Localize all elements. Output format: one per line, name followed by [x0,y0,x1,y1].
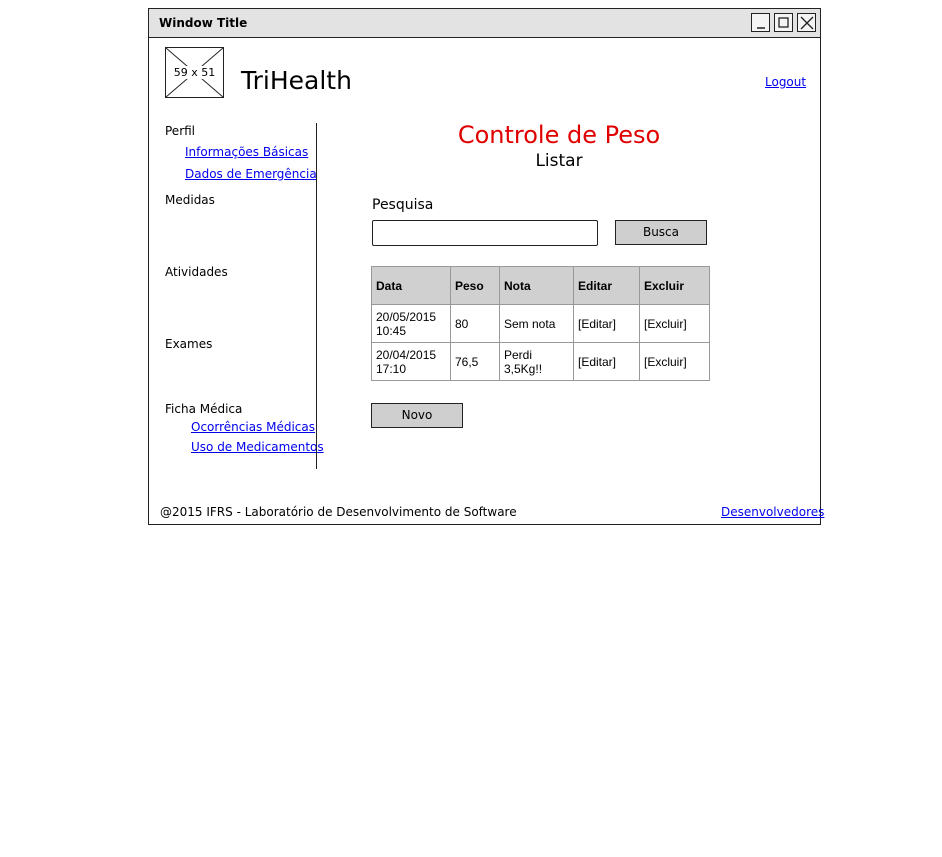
table-header-row: Data Peso Nota Editar Excluir [371,266,710,305]
sidebar-section-medidas: Medidas [165,193,215,207]
sidebar-link-informacoes-basicas[interactable]: Informações Básicas [185,145,308,159]
page-title: Controle de Peso [457,121,661,149]
table-row: 20/05/2015 10:45 80 Sem nota [Editar] [E… [371,304,710,343]
cell-peso: 76,5 [450,342,500,381]
logout-link[interactable]: Logout [765,75,806,89]
sidebar-divider [316,123,317,469]
sidebar-section-ficha-medica: Ficha Médica [165,402,243,416]
close-button[interactable] [797,13,816,32]
column-header-excluir[interactable]: Excluir [639,266,710,305]
cell-nota-text-2: 3,5Kg!! [504,361,543,376]
sidebar-link-uso-medicamentos[interactable]: Uso de Medicamentos [191,440,324,454]
app-name: TriHealth [241,66,352,95]
footer-copyright: @2015 IFRS - Laboratório de Desenvolvime… [160,505,517,519]
window-titlebar[interactable]: Window Title [149,9,820,38]
minimize-icon [757,27,765,29]
logo-dimensions-label: 59 x 51 [172,66,217,79]
delete-row-link[interactable]: [Excluir] [639,342,710,381]
maximize-button[interactable] [774,13,793,32]
cell-date: 20/04/2015 [376,347,437,362]
minimize-button[interactable] [751,13,770,32]
developers-link[interactable]: Desenvolvedores [721,505,824,519]
sidebar-section-atividades: Atividades [165,265,228,279]
logo-image-placeholder: 59 x 51 [165,47,224,98]
cell-nota-text: Sem nota [504,316,556,331]
page-subtitle: Listar [535,151,583,171]
column-header-data[interactable]: Data [371,266,451,305]
sidebar-link-dados-emergencia[interactable]: Dados de Emergência [185,167,317,181]
cell-time: 17:10 [376,361,407,376]
search-button[interactable]: Busca [615,220,707,245]
weight-table: Data Peso Nota Editar Excluir 20/05/2015… [371,266,710,381]
search-input[interactable] [372,220,598,246]
cell-date: 20/05/2015 [376,309,437,324]
column-header-nota[interactable]: Nota [499,266,574,305]
cell-nota-text: Perdi [504,347,533,362]
column-header-peso[interactable]: Peso [450,266,500,305]
window-title: Window Title [159,16,248,30]
app-window: Window Title 59 x 51 TriHealth Logout Pe… [148,8,824,525]
new-button[interactable]: Novo [371,403,463,428]
cell-nota: Perdi 3,5Kg!! [499,342,574,381]
delete-row-link[interactable]: [Excluir] [639,304,710,343]
sidebar-section-perfil: Perfil [165,124,196,138]
search-label: Pesquisa [372,197,434,213]
cell-time: 10:45 [376,323,407,338]
close-icon [800,16,814,30]
table-row: 20/04/2015 17:10 76,5 Perdi 3,5Kg!! [Edi… [371,342,710,381]
edit-row-link[interactable]: [Editar] [573,342,640,381]
cell-data: 20/04/2015 17:10 [371,342,451,381]
sidebar-link-ocorrencias-medicas[interactable]: Ocorrências Médicas [191,420,315,434]
edit-row-link[interactable]: [Editar] [573,304,640,343]
maximize-icon [778,17,789,28]
cell-peso: 80 [450,304,500,343]
cell-nota: Sem nota [499,304,574,343]
column-header-editar[interactable]: Editar [573,266,640,305]
cell-data: 20/05/2015 10:45 [371,304,451,343]
sidebar-section-exames: Exames [165,337,213,351]
